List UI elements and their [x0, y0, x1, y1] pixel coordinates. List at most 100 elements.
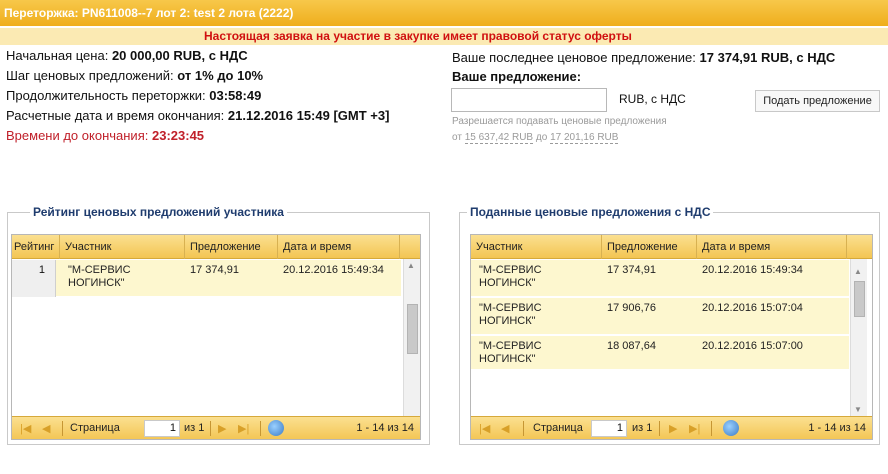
offer-status-notice: Настоящая заявка на участие в закупке им… — [0, 28, 888, 45]
refresh-icon[interactable] — [268, 420, 284, 436]
rating-grid-pager: |◀ ◀ Страница 1 из 1 ▶ ▶| 1 - 14 из 14 — [12, 416, 420, 439]
scroll-thumb[interactable] — [407, 304, 418, 354]
step-label: Шаг ценовых предложений: — [6, 68, 174, 83]
rating-grid-scrollbar[interactable]: ▲ — [403, 259, 420, 417]
page-number-input[interactable]: 1 — [144, 420, 180, 437]
page-total-label: из 1 — [184, 422, 205, 434]
offers-grid-scrollbar[interactable]: ▲ ▼ — [850, 259, 867, 416]
scroll-down-icon[interactable]: ▼ — [854, 405, 862, 414]
col-rating[interactable]: Рейтинг — [12, 235, 60, 259]
rank-cell: 1 — [12, 260, 56, 297]
table-row[interactable]: "М-СЕРВИС НОГИНСК" 18 087,64 20.12.2016 … — [471, 336, 849, 370]
pager-divider — [210, 421, 211, 436]
datetime-cell: 20.12.2016 15:49:34 — [283, 264, 384, 276]
pager-divider — [62, 421, 63, 436]
datetime-cell: 20.12.2016 15:49:34 — [702, 264, 803, 276]
participant-name-line1: "М-СЕРВИС — [479, 340, 542, 352]
page-label: Страница — [533, 422, 583, 434]
step-line: Шаг ценовых предложений: от 1% до 10% — [6, 68, 263, 83]
start-price-label: Начальная цена: — [6, 48, 109, 63]
prev-page-icon[interactable]: ◀ — [42, 422, 50, 435]
window-title: Переторжка: PN611008--7 лот 2: test 2 ло… — [0, 0, 888, 26]
min-offer-link[interactable]: 15 637,42 RUB — [464, 132, 534, 144]
duration-label: Продолжительность переторжки: — [6, 88, 206, 103]
next-page-icon[interactable]: ▶ — [218, 422, 226, 435]
first-page-icon[interactable]: |◀ — [20, 422, 31, 435]
scroll-up-icon[interactable]: ▲ — [854, 267, 862, 276]
participant-name-line1: "М-СЕРВИС — [68, 264, 131, 276]
col-datetime[interactable]: Дата и время — [697, 235, 847, 259]
page-label: Страница — [70, 422, 120, 434]
col-offer[interactable]: Предложение — [185, 235, 278, 259]
page-total-label: из 1 — [632, 422, 653, 434]
records-count: 1 - 14 из 14 — [356, 422, 414, 434]
participant-name-line2: НОГИНСК" — [479, 315, 536, 327]
hint-to-label: до — [535, 132, 548, 143]
offers-grid-header: Участник Предложение Дата и время — [471, 235, 872, 259]
last-page-icon[interactable]: ▶| — [238, 422, 249, 435]
datetime-cell: 20.12.2016 15:07:00 — [702, 340, 803, 352]
participant-cell: "М-СЕРВИС НОГИНСК" — [479, 264, 542, 290]
offer-currency-label: RUB, с НДС — [619, 92, 686, 106]
end-time-value: 21.12.2016 15:49 [GMT +3] — [227, 108, 390, 123]
hint-from-label: от — [452, 132, 462, 143]
participant-cell: "М-СЕРВИС НОГИНСК" — [479, 302, 542, 328]
col-offer[interactable]: Предложение — [602, 235, 697, 259]
refresh-icon[interactable] — [723, 420, 739, 436]
rating-grid-header: Рейтинг Участник Предложение Дата и врем… — [12, 235, 420, 259]
scroll-thumb[interactable] — [854, 281, 865, 317]
participant-name-line1: "М-СЕРВИС — [479, 302, 542, 314]
next-page-icon[interactable]: ▶ — [669, 422, 677, 435]
page-number-input[interactable]: 1 — [591, 420, 627, 437]
rating-grid: Рейтинг Участник Предложение Дата и врем… — [11, 234, 421, 440]
pager-divider — [260, 421, 261, 436]
pager-divider — [711, 421, 712, 436]
last-offer-label: Ваше последнее ценовое предложение: — [452, 50, 696, 65]
offers-panel-title: Поданные ценовые предложения с НДС — [467, 205, 714, 219]
offer-range-values: от 15 637,42 RUB до 17 201,16 RUB — [452, 132, 619, 144]
last-offer-value: 17 374,91 RUB, с НДС — [699, 50, 836, 65]
step-value: от 1% до 10% — [177, 68, 264, 83]
col-participant[interactable]: Участник — [60, 235, 185, 259]
table-row[interactable]: "М-СЕРВИС НОГИНСК" 17 374,91 20.12.2016 … — [471, 260, 849, 297]
last-offer-line: Ваше последнее ценовое предложение: 17 3… — [452, 50, 835, 65]
max-offer-link[interactable]: 17 201,16 RUB — [550, 132, 619, 144]
participant-cell: "М-СЕРВИС НОГИНСК" — [479, 340, 542, 366]
submit-offer-button[interactable]: Подать предложение — [755, 90, 880, 112]
datetime-cell: 20.12.2016 15:07:04 — [702, 302, 803, 314]
offer-range-hint: Разрешается подавать ценовые предложения — [452, 116, 667, 127]
remaining-time-label: Времени до окончания: — [6, 128, 149, 143]
start-price-line: Начальная цена: 20 000,00 RUB, с НДС — [6, 48, 248, 63]
your-offer-label: Ваше предложение: — [452, 69, 582, 84]
first-page-icon[interactable]: |◀ — [479, 422, 490, 435]
participant-name-line2: НОГИНСК" — [479, 353, 536, 365]
offer-input[interactable] — [451, 88, 607, 112]
pager-divider — [659, 421, 660, 436]
records-count: 1 - 14 из 14 — [808, 422, 866, 434]
offer-cell: 17 374,91 — [190, 264, 239, 276]
duration-line: Продолжительность переторжки: 03:58:49 — [6, 88, 261, 103]
col-participant[interactable]: Участник — [471, 235, 602, 259]
offer-cell: 18 087,64 — [607, 340, 656, 352]
participant-name-line2: НОГИНСК" — [479, 277, 536, 289]
participant-name-line1: "М-СЕРВИС — [479, 264, 542, 276]
start-price-value: 20 000,00 RUB, с НДС — [111, 48, 248, 63]
participant-cell: "М-СЕРВИС НОГИНСК" — [68, 264, 131, 290]
remaining-time-line: Времени до окончания: 23:23:45 — [6, 128, 204, 143]
offers-grid: Участник Предложение Дата и время "М-СЕР… — [470, 234, 873, 440]
offers-grid-pager: |◀ ◀ Страница 1 из 1 ▶ ▶| 1 - 14 из 14 — [471, 416, 872, 439]
table-row[interactable]: "М-СЕРВИС НОГИНСК" 17 906,76 20.12.2016 … — [471, 298, 849, 335]
offer-cell: 17 374,91 — [607, 264, 656, 276]
prev-page-icon[interactable]: ◀ — [501, 422, 509, 435]
participant-name-line2: НОГИНСК" — [68, 277, 125, 289]
col-datetime[interactable]: Дата и время — [278, 235, 400, 259]
scroll-up-icon[interactable]: ▲ — [407, 261, 415, 270]
offer-cell: 17 906,76 — [607, 302, 656, 314]
duration-value: 03:58:49 — [209, 88, 262, 103]
remaining-time-value: 23:23:45 — [151, 128, 205, 143]
last-page-icon[interactable]: ▶| — [689, 422, 700, 435]
pager-divider — [523, 421, 524, 436]
table-row[interactable]: 1 "М-СЕРВИС НОГИНСК" 17 374,91 20.12.201… — [12, 260, 401, 297]
rating-panel-title: Рейтинг ценовых предложений участника — [30, 205, 287, 219]
end-time-label: Расчетные дата и время окончания: — [6, 108, 225, 123]
